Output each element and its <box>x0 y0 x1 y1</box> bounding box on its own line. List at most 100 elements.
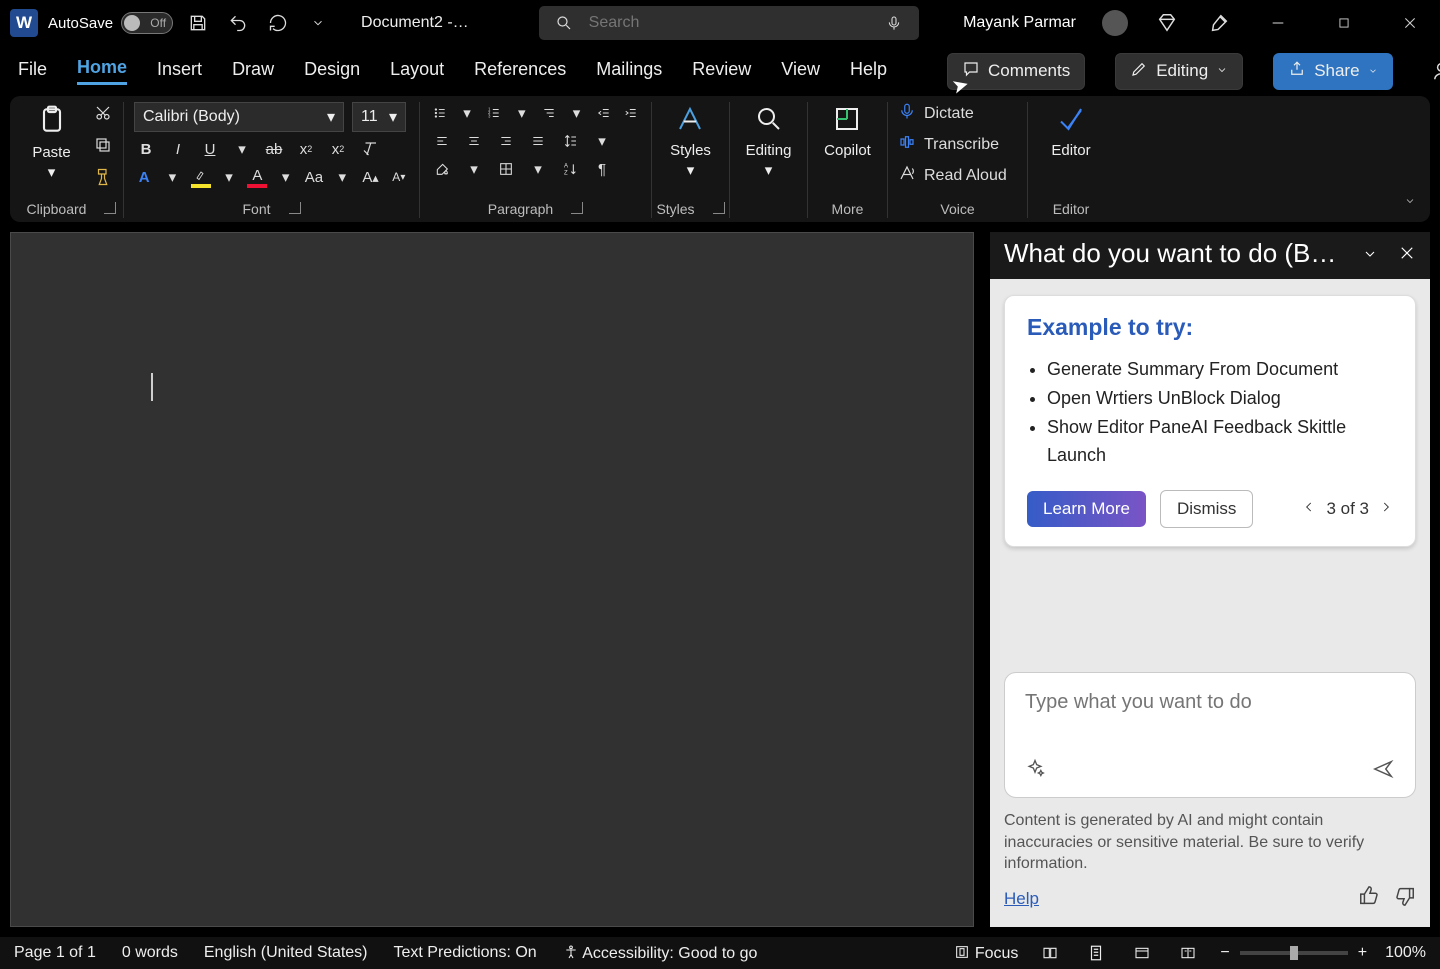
chevron-down-icon[interactable]: ▾ <box>687 161 695 179</box>
tab-mailings[interactable]: Mailings <box>596 59 662 84</box>
prompt-input[interactable] <box>1025 691 1395 739</box>
text-effects-button[interactable]: A <box>134 166 154 188</box>
read-aloud-button[interactable]: Read Aloud <box>898 164 1017 187</box>
align-left-icon[interactable] <box>430 130 454 152</box>
status-accessibility[interactable]: Accessibility: Good to go <box>563 944 758 963</box>
multilevel-menu[interactable]: ▾ <box>567 102 586 124</box>
tab-insert[interactable]: Insert <box>157 59 202 84</box>
numbering-menu[interactable]: ▾ <box>512 102 531 124</box>
clipboard-dialog-launcher[interactable] <box>104 202 116 214</box>
tab-references[interactable]: References <box>474 59 566 84</box>
justify-icon[interactable] <box>526 130 550 152</box>
undo-icon[interactable] <box>223 8 253 38</box>
microphone-icon[interactable] <box>881 10 907 36</box>
editing-mode-button[interactable]: Editing <box>1115 53 1243 90</box>
bold-button[interactable]: B <box>134 138 158 160</box>
pager-next-icon[interactable] <box>1379 499 1393 520</box>
zoom-out-button[interactable]: − <box>1220 944 1229 962</box>
multilevel-list-icon[interactable] <box>540 102 559 124</box>
change-case-menu[interactable]: ▾ <box>332 166 352 188</box>
styles-dialog-launcher[interactable] <box>713 202 725 214</box>
save-icon[interactable] <box>183 8 213 38</box>
copilot-button[interactable]: Copilot <box>820 102 875 159</box>
sparkle-icon[interactable] <box>1025 758 1045 785</box>
borders-icon[interactable] <box>494 158 518 180</box>
task-pane-close-icon[interactable] <box>1398 238 1416 269</box>
chevron-down-icon[interactable]: ▾ <box>48 163 56 181</box>
decrease-indent-icon[interactable] <box>594 102 613 124</box>
zoom-level[interactable]: 100% <box>1385 944 1426 962</box>
text-effects-menu[interactable]: ▾ <box>162 166 182 188</box>
strikethrough-button[interactable]: ab <box>262 138 286 160</box>
diamond-upsell-icon[interactable] <box>1154 10 1180 36</box>
cut-icon[interactable] <box>91 102 115 124</box>
numbering-icon[interactable]: 123 <box>485 102 504 124</box>
account-name[interactable]: Mayank Parmar <box>963 14 1076 32</box>
tab-help[interactable]: Help <box>850 59 887 84</box>
tab-home[interactable]: Home <box>77 57 127 85</box>
dictate-button[interactable]: Dictate <box>898 102 1017 125</box>
autosave-control[interactable]: AutoSave Off <box>48 12 173 34</box>
help-link[interactable]: Help <box>1004 889 1039 909</box>
read-mode-view-icon[interactable] <box>1036 942 1064 964</box>
designer-brush-icon[interactable] <box>1206 10 1232 36</box>
bullets-icon[interactable] <box>430 102 449 124</box>
borders-menu[interactable]: ▾ <box>526 158 550 180</box>
search-input[interactable] <box>589 14 869 32</box>
web-layout-view-icon[interactable] <box>1128 942 1156 964</box>
window-maximize-button[interactable] <box>1324 6 1364 40</box>
status-page[interactable]: Page 1 of 1 <box>14 944 96 962</box>
transcribe-button[interactable]: Transcribe <box>898 133 1017 156</box>
autosave-toggle[interactable]: Off <box>121 12 173 34</box>
sort-icon[interactable]: AZ <box>558 158 582 180</box>
send-icon[interactable] <box>1371 758 1395 785</box>
styles-button[interactable]: Styles ▾ <box>666 102 715 179</box>
qat-customize-icon[interactable] <box>303 8 333 38</box>
dismiss-button[interactable]: Dismiss <box>1160 490 1254 528</box>
immersive-reader-icon[interactable] <box>1174 942 1202 964</box>
zoom-slider-track[interactable] <box>1240 951 1348 955</box>
tab-design[interactable]: Design <box>304 59 360 84</box>
font-dialog-launcher[interactable] <box>289 202 301 214</box>
zoom-in-button[interactable]: + <box>1358 944 1367 962</box>
highlight-menu[interactable]: ▾ <box>219 166 239 188</box>
show-hide-icon[interactable]: ¶ <box>590 158 614 180</box>
tab-file[interactable]: File <box>18 59 47 84</box>
presence-icon[interactable] <box>1433 58 1440 84</box>
learn-more-button[interactable]: Learn More <box>1027 491 1146 527</box>
font-size-select[interactable]: 11▾ <box>352 102 406 132</box>
font-color-button[interactable]: A <box>247 166 267 188</box>
pager-prev-icon[interactable] <box>1302 499 1316 520</box>
subscript-button[interactable]: x2 <box>294 138 318 160</box>
zoom-slider[interactable]: − + <box>1220 944 1367 962</box>
comments-button[interactable]: Comments <box>947 53 1085 90</box>
italic-button[interactable]: I <box>166 138 190 160</box>
tab-layout[interactable]: Layout <box>390 59 444 84</box>
tab-review[interactable]: Review <box>692 59 751 84</box>
shading-menu[interactable]: ▾ <box>462 158 486 180</box>
status-text-predictions[interactable]: Text Predictions: On <box>394 944 537 962</box>
paste-button[interactable]: Paste ▾ <box>28 102 74 181</box>
paragraph-dialog-launcher[interactable] <box>571 202 583 214</box>
task-pane-collapse-icon[interactable] <box>1360 238 1380 269</box>
document-canvas[interactable] <box>10 232 974 927</box>
status-word-count[interactable]: 0 words <box>122 944 178 962</box>
format-painter-icon[interactable] <box>91 166 115 188</box>
align-center-icon[interactable] <box>462 130 486 152</box>
print-layout-view-icon[interactable] <box>1082 942 1110 964</box>
line-spacing-icon[interactable] <box>558 130 582 152</box>
shrink-font-icon[interactable]: A▾ <box>389 166 409 188</box>
tab-draw[interactable]: Draw <box>232 59 274 84</box>
increase-indent-icon[interactable] <box>622 102 641 124</box>
chevron-down-icon[interactable]: ▾ <box>765 161 773 179</box>
font-color-menu[interactable]: ▾ <box>275 166 295 188</box>
ribbon-collapse-icon[interactable] <box>1402 194 1418 212</box>
focus-mode-button[interactable]: Focus <box>954 944 1018 963</box>
font-name-select[interactable]: Calibri (Body)▾ <box>134 102 344 132</box>
highlight-button[interactable] <box>191 166 211 188</box>
window-minimize-button[interactable] <box>1258 6 1298 40</box>
avatar[interactable] <box>1102 10 1128 36</box>
bullets-menu[interactable]: ▾ <box>457 102 476 124</box>
tab-view[interactable]: View <box>781 59 820 84</box>
window-close-button[interactable] <box>1390 6 1430 40</box>
